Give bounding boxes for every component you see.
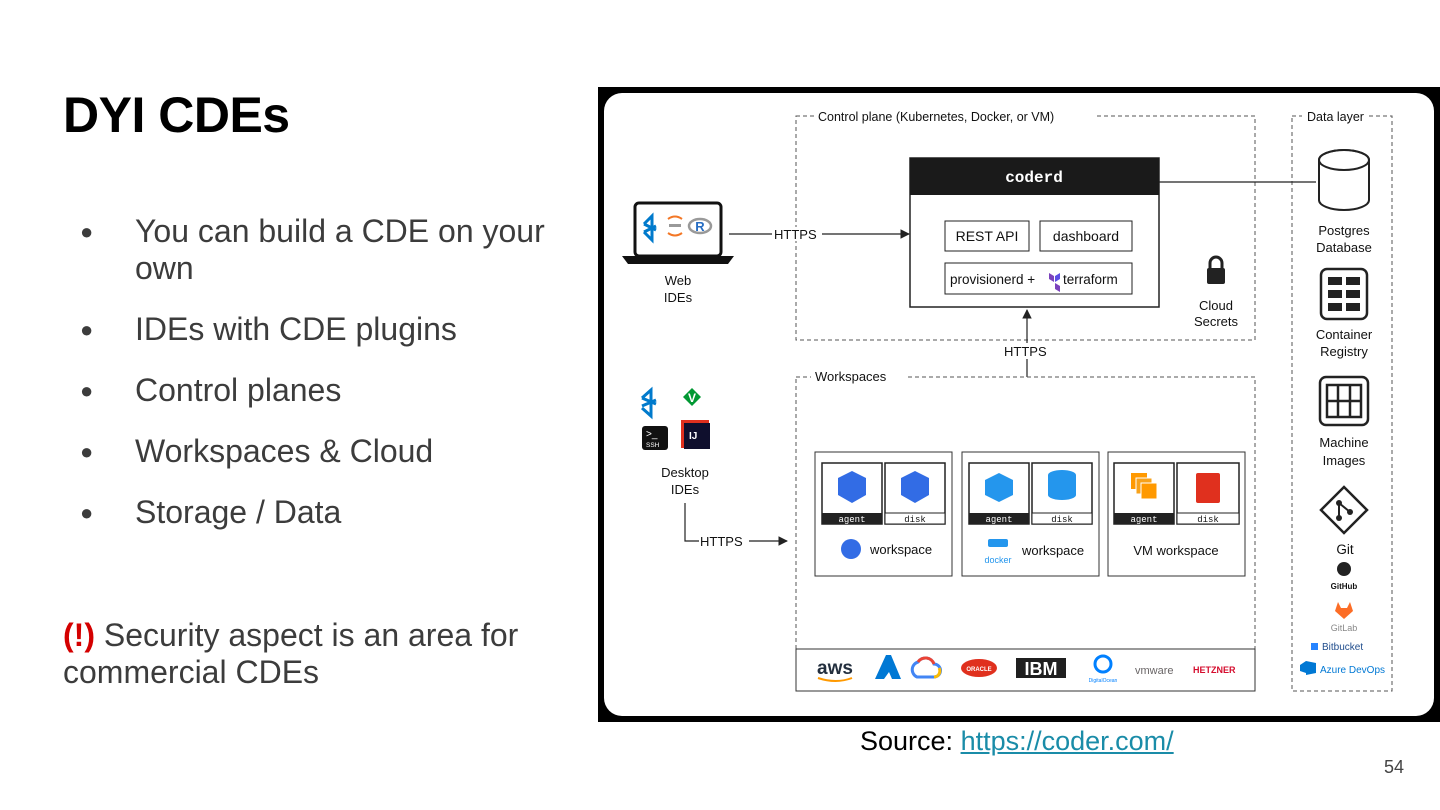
terraform-label: terraform (1063, 272, 1118, 287)
cloud-secrets-label-2: Secrets (1194, 314, 1239, 329)
workspaces-label: Workspaces (815, 369, 887, 384)
agent-label: agent (985, 515, 1012, 525)
hetzner-logo: HETZNER (1193, 665, 1236, 675)
gitlab-label: GitLab (1331, 623, 1358, 633)
laptop-icon (622, 201, 734, 264)
bullet-dot: ● (80, 500, 94, 525)
svg-text:IBM: IBM (1025, 659, 1058, 679)
desktop-ides-label: Desktop (661, 465, 709, 480)
svg-text:ORACLE: ORACLE (966, 667, 991, 673)
warning-marker: (!) (63, 617, 95, 653)
disk-label: disk (904, 515, 926, 525)
https-label: HTTPS (774, 227, 817, 242)
architecture-diagram: Control plane (Kubernetes, Docker, or VM… (598, 87, 1440, 722)
azure-devops-label: Azure DevOps (1320, 665, 1385, 676)
source-caption: Source: https://coder.com/ (860, 726, 1174, 757)
bullet-text: Workspaces & Cloud (135, 433, 434, 469)
git-icon (1319, 485, 1369, 535)
bullet-dot: ● (80, 219, 94, 244)
docker-workspace-label: workspace (1021, 543, 1084, 558)
provisioner-label: provisionerd + (950, 272, 1035, 287)
cloud-secrets-label: Cloud (1199, 298, 1233, 313)
bullet-item: ● Storage / Data (80, 494, 580, 531)
https-label: HTTPS (1004, 344, 1047, 359)
bullet-item: ● IDEs with CDE plugins (80, 311, 580, 348)
gitlab-icon (1335, 602, 1353, 619)
https-label: HTTPS (700, 534, 743, 549)
svg-text:R: R (695, 219, 705, 234)
control-plane-label: Control plane (Kubernetes, Docker, or VM… (818, 110, 1054, 124)
git-label: Git (1336, 542, 1354, 557)
source-label: Source: (860, 726, 961, 756)
bullet-item: ● Workspaces & Cloud (80, 433, 580, 470)
github-icon (1337, 562, 1351, 576)
bullet-text: IDEs with CDE plugins (135, 311, 457, 347)
images-label: Machine (1319, 435, 1368, 450)
svg-text:IJ: IJ (689, 431, 697, 442)
postgres-label-2: Database (1316, 240, 1372, 255)
registry-label-2: Registry (1320, 344, 1368, 359)
bitbucket-icon (1311, 643, 1318, 650)
kubernetes-icon (841, 539, 861, 559)
block-storage-icon (1196, 473, 1220, 503)
vscode-icon (641, 386, 657, 420)
aws-logo: aws (817, 658, 853, 679)
ibm-icon: IBM (1016, 658, 1066, 679)
disk-label: disk (1197, 515, 1219, 525)
security-note: (!) Security aspect is an area for comme… (63, 617, 563, 691)
svg-text:SSH: SSH (646, 442, 660, 449)
bullet-item: ● Control planes (80, 372, 580, 409)
bullet-dot: ● (80, 317, 94, 342)
page-number: 54 (1384, 757, 1405, 777)
agent-label: agent (1130, 515, 1157, 525)
lock-icon (1207, 255, 1225, 284)
oracle-icon: ORACLE (961, 659, 997, 677)
azure-devops-icon (1300, 661, 1316, 675)
diagram-canvas: Control plane (Kubernetes, Docker, or VM… (604, 93, 1434, 716)
terminal-icon: >_ SSH (642, 426, 668, 450)
machine-images-icon (1318, 375, 1370, 427)
bullet-list: ● You can build a CDE on your own ● IDEs w… (80, 213, 580, 531)
data-layer-label: Data layer (1307, 110, 1364, 124)
disk-label: disk (1051, 515, 1073, 525)
desktop-ides-label-2: IDEs (671, 482, 700, 497)
svg-text:>_: >_ (646, 429, 658, 440)
registry-label: Container (1316, 327, 1373, 342)
svg-text:DigitalOcean: DigitalOcean (1089, 678, 1118, 684)
source-link[interactable]: https://coder.com/ (961, 726, 1174, 756)
vim-icon: V (683, 388, 701, 406)
bullet-text: Control planes (135, 372, 342, 408)
dashboard-label: dashboard (1053, 228, 1119, 244)
bitbucket-label: Bitbucket (1322, 642, 1363, 653)
coderd-label: coderd (1005, 169, 1063, 187)
diagram-svg: Control plane (Kubernetes, Docker, or VM… (622, 107, 1393, 692)
bullet-dot: ● (80, 378, 94, 403)
bullet-dot: ● (80, 439, 94, 464)
vm-workspace-label: VM workspace (1133, 543, 1218, 558)
postgres-label: Postgres (1318, 223, 1370, 238)
github-label: GitHub (1331, 582, 1358, 591)
svg-text:V: V (688, 391, 696, 405)
bullet-text: Storage / Data (135, 494, 342, 530)
bullet-item: ● You can build a CDE on your own (80, 213, 580, 287)
intellij-icon: IJ (681, 420, 710, 449)
bullet-text: You can build a CDE on your own (135, 213, 545, 286)
storage-stack-icon (1048, 470, 1076, 500)
database-icon (1318, 149, 1370, 211)
agent-label: agent (838, 515, 865, 525)
slide-title: DYI CDEs (63, 87, 290, 143)
rest-api-label: REST API (956, 228, 1019, 244)
vmware-logo: vmware (1135, 665, 1174, 677)
note-text: Security aspect is an area for commercia… (63, 617, 519, 690)
container-registry-icon (1319, 267, 1369, 321)
svg-text:docker: docker (984, 555, 1011, 565)
k8s-workspace-label: workspace (869, 542, 932, 557)
web-ides-label: Web (665, 273, 692, 288)
images-label-2: Images (1323, 453, 1366, 468)
web-ides-label-2: IDEs (664, 290, 693, 305)
